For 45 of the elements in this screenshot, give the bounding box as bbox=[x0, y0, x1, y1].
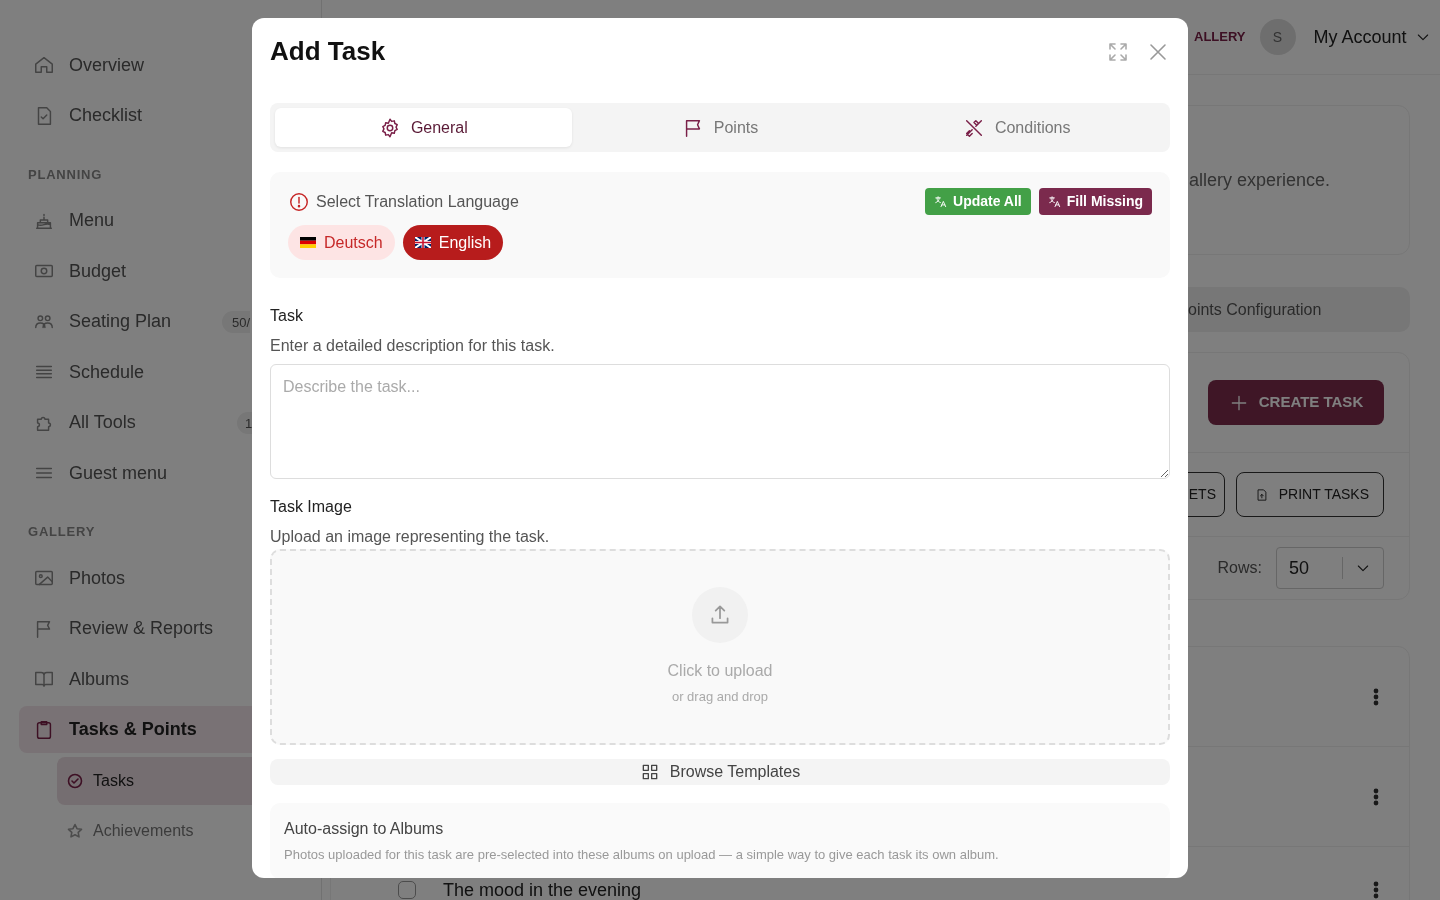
toolbar-button[interactable]: PRINT TASKS bbox=[1236, 472, 1384, 517]
task-title: The mood in the evening bbox=[443, 881, 642, 899]
field-hint: Upload an image representing the task. bbox=[270, 527, 551, 548]
kebab-menu-icon[interactable] bbox=[1373, 687, 1379, 706]
tab[interactable]: General bbox=[275, 108, 572, 148]
avatar: S bbox=[1259, 19, 1296, 55]
browse-templates-button[interactable]: Browse Templates bbox=[270, 759, 1170, 786]
kebab-menu-icon[interactable] bbox=[1373, 881, 1379, 899]
account-menu[interactable]: My Account bbox=[1307, 22, 1437, 52]
checkbox[interactable] bbox=[398, 881, 416, 899]
flag-icon bbox=[414, 237, 431, 249]
rows-select[interactable]: 50 bbox=[1276, 547, 1384, 589]
check-circle-icon bbox=[67, 772, 83, 789]
tab[interactable]: Conditions bbox=[868, 108, 1165, 148]
translate-icon bbox=[1047, 194, 1062, 209]
field-label: Task Image bbox=[270, 497, 353, 518]
translate-button[interactable]: Fill Missing bbox=[1038, 188, 1152, 216]
tab[interactable]: Points bbox=[571, 108, 869, 148]
translate-icon bbox=[934, 194, 949, 209]
field-hint: Enter a detailed description for this task. bbox=[270, 336, 556, 357]
intro-text: allery experience. bbox=[1189, 168, 1331, 192]
alert-icon bbox=[288, 190, 310, 213]
star-icon bbox=[67, 822, 83, 839]
modal-title: Add Task bbox=[270, 36, 386, 68]
count-badge: 1 bbox=[237, 411, 253, 434]
flag-icon bbox=[300, 237, 316, 249]
upload-text: Click to upload bbox=[667, 661, 773, 682]
translate-button[interactable]: Update All bbox=[925, 188, 1031, 216]
upload-hint: or drag and drop bbox=[671, 688, 769, 707]
section-heading: PLANNING bbox=[27, 165, 103, 184]
translation-label: Select Translation Language bbox=[316, 191, 519, 212]
language-chip[interactable]: Deutsch bbox=[288, 225, 395, 261]
create-task-button[interactable]: CREATE TASK bbox=[1208, 380, 1384, 425]
home-icon bbox=[33, 54, 55, 76]
task-description-field[interactable]: Describe the task... bbox=[270, 364, 1170, 480]
panel-title: Auto-assign to Albums bbox=[284, 819, 445, 840]
panel-description: Photos uploaded for this task are pre-selected into these albums on upload — a simple way to give each task its own album. bbox=[284, 846, 1000, 865]
count-badge: 50/ bbox=[222, 310, 251, 333]
kebab-menu-icon[interactable] bbox=[1373, 787, 1379, 806]
field-label: Task bbox=[270, 306, 304, 327]
rows-label: Rows: bbox=[1217, 558, 1262, 578]
upload-dropzone[interactable]: Click to upload or drag and drop bbox=[270, 549, 1170, 746]
nav-link[interactable]: ALLERY bbox=[1194, 27, 1246, 47]
section-heading: GALLERY bbox=[27, 523, 96, 541]
language-chip[interactable]: English bbox=[402, 225, 504, 261]
